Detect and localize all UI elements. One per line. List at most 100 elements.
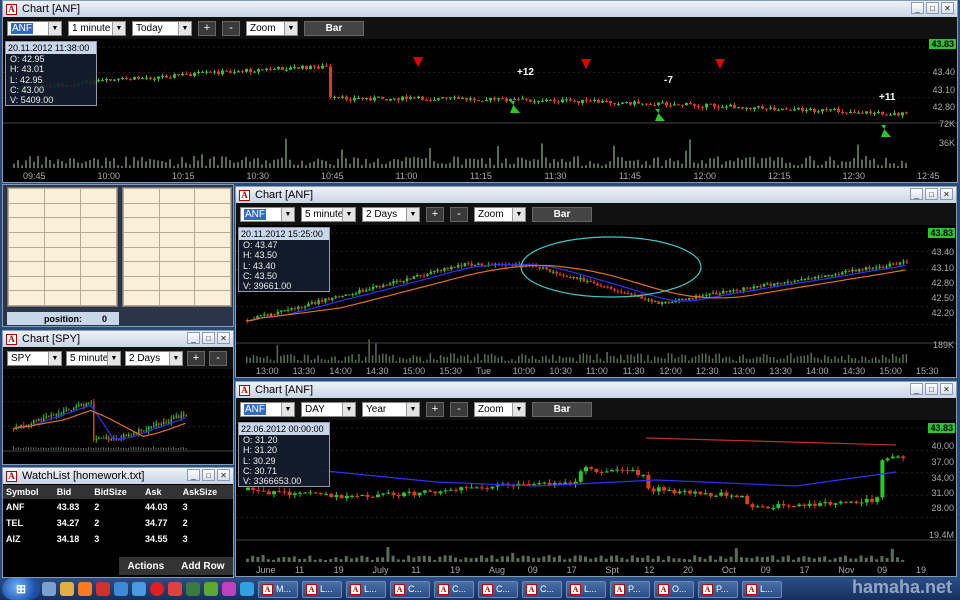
range-select[interactable]: Today ▼ — [132, 20, 192, 36]
taskbar-task[interactable]: A P... — [610, 580, 650, 598]
candle — [177, 74, 180, 76]
maximize-button[interactable]: □ — [925, 383, 938, 395]
title-bar[interactable]: A Chart [ANF] _ □ ✕ — [236, 187, 956, 203]
volume-bar — [209, 158, 211, 168]
symbol-select[interactable]: ANF ▼ — [240, 401, 295, 417]
maximize-button[interactable]: □ — [202, 469, 215, 481]
axis-tick-label: 11:30 — [622, 366, 645, 376]
zoom-in-button[interactable]: + — [426, 401, 444, 417]
close-button[interactable]: ✕ — [941, 2, 954, 14]
opera-icon[interactable] — [150, 582, 164, 596]
column-header[interactable]: Ask — [142, 485, 180, 499]
bar-button[interactable]: Bar — [532, 206, 592, 222]
minimize-button[interactable]: _ — [911, 2, 924, 14]
interval-select[interactable]: 5 minutes ▼ — [301, 206, 356, 222]
title-bar[interactable]: A Chart [ANF] _ □ ✕ — [3, 1, 957, 17]
symbol-select[interactable]: ANF ▼ — [240, 206, 295, 222]
range-select[interactable]: Year ▼ — [362, 401, 420, 417]
bar-button[interactable]: Bar — [304, 20, 364, 36]
bar-button[interactable]: Bar — [532, 401, 592, 417]
volume-bar — [677, 558, 681, 562]
candle — [113, 79, 116, 81]
symbol-select[interactable]: SPY ▼ — [7, 350, 62, 366]
firefox-icon[interactable] — [78, 582, 92, 596]
price-plot[interactable]: 22.06.2012 00:00:00 O: 31.20 H: 31.20 L:… — [236, 420, 956, 576]
volume-bar — [376, 557, 379, 562]
column-header[interactable]: AskSize — [179, 485, 233, 499]
symbol-select[interactable]: ANF ▼ — [7, 20, 62, 36]
zoom-out-button[interactable]: - — [450, 401, 468, 417]
zoom-out-button[interactable]: - — [222, 20, 240, 36]
table-row[interactable]: ANF 43.83 2 44.03 3 — [3, 499, 233, 515]
range-select[interactable]: 2 Days ▼ — [125, 350, 183, 366]
taskbar-task[interactable]: A C... — [390, 580, 430, 598]
show-desktop-icon[interactable] — [42, 582, 56, 596]
app-icon[interactable] — [204, 582, 218, 596]
zoom-out-button[interactable]: - — [209, 350, 227, 366]
zoom-select[interactable]: Zoom ▼ — [474, 206, 526, 222]
start-button[interactable]: ⊞ — [2, 578, 40, 600]
taskbar-task[interactable]: A C... — [478, 580, 518, 598]
close-button[interactable]: ✕ — [940, 383, 953, 395]
close-button[interactable]: ✕ — [940, 188, 953, 200]
add-row-button[interactable]: Add Row — [181, 561, 224, 572]
minimize-button[interactable]: _ — [187, 469, 200, 481]
zoom-out-button[interactable]: - — [450, 206, 468, 222]
folder-icon[interactable] — [60, 582, 74, 596]
close-button[interactable]: ✕ — [217, 332, 230, 344]
price-plot[interactable]: 20.11.2012 15:25:00 O: 43.47 H: 43.50 L:… — [236, 225, 956, 377]
bid-ladder[interactable] — [7, 187, 118, 307]
volume-bar — [396, 559, 400, 562]
ask-ladder[interactable] — [122, 187, 232, 307]
taskbar-task[interactable]: A L... — [302, 580, 342, 598]
interval-select[interactable]: 5 minutes ▼ — [66, 350, 121, 366]
candle — [276, 311, 280, 315]
app-icon[interactable] — [168, 582, 182, 596]
zoom-in-button[interactable]: + — [426, 206, 444, 222]
price-plot[interactable] — [3, 369, 233, 464]
candle — [765, 108, 768, 110]
title-bar[interactable]: A Chart [ANF] _ □ ✕ — [236, 382, 956, 398]
interval-select[interactable]: 1 minute ▼ — [68, 20, 126, 36]
column-header[interactable]: Symbol — [3, 485, 54, 499]
app-icon[interactable] — [222, 582, 236, 596]
actions-button[interactable]: Actions — [128, 561, 165, 572]
maximize-button[interactable]: □ — [926, 2, 939, 14]
volume-bar — [660, 357, 663, 363]
column-header[interactable]: BidSize — [91, 485, 143, 499]
column-header[interactable]: Bid — [53, 485, 92, 499]
volume-bar — [353, 157, 355, 168]
minimize-button[interactable]: _ — [910, 188, 923, 200]
minimize-button[interactable]: _ — [910, 383, 923, 395]
close-button[interactable]: ✕ — [217, 469, 230, 481]
zoom-in-button[interactable]: + — [198, 20, 216, 36]
app-icon[interactable] — [240, 582, 254, 596]
table-row[interactable]: TEL 34.27 2 34.77 2 — [3, 515, 233, 531]
zoom-select[interactable]: Zoom ▼ — [474, 401, 526, 417]
volume-bar — [865, 156, 867, 168]
app-icon[interactable] — [186, 582, 200, 596]
zoom-in-button[interactable]: + — [187, 350, 205, 366]
table-row[interactable]: AIZ 34.18 3 34.55 3 — [3, 531, 233, 547]
title-bar[interactable]: A WatchList [homework.txt] _ □ ✕ — [3, 468, 233, 484]
taskbar-task[interactable]: A P... — [698, 580, 738, 598]
taskbar-task[interactable]: A O... — [654, 580, 694, 598]
maximize-button[interactable]: □ — [202, 332, 215, 344]
taskbar-task[interactable]: A M... — [258, 580, 298, 598]
minimize-button[interactable]: _ — [187, 332, 200, 344]
taskbar-task[interactable]: A L... — [346, 580, 386, 598]
taskbar-task[interactable]: A C... — [522, 580, 562, 598]
ie-icon[interactable] — [114, 582, 128, 596]
price-plot[interactable]: 20.11.2012 11:38:00 O: 42.95 H: 43.01 L:… — [3, 39, 957, 182]
candle — [709, 103, 712, 105]
title-bar[interactable]: A Chart [SPY] _ □ ✕ — [3, 331, 233, 347]
skype-icon[interactable] — [132, 582, 146, 596]
zoom-select[interactable]: Zoom ▼ — [246, 20, 298, 36]
range-select[interactable]: 2 Days ▼ — [362, 206, 420, 222]
interval-select[interactable]: DAY ▼ — [301, 401, 356, 417]
app-icon[interactable] — [96, 582, 110, 596]
taskbar-task[interactable]: A C... — [434, 580, 474, 598]
maximize-button[interactable]: □ — [925, 188, 938, 200]
taskbar-task[interactable]: A L... — [742, 580, 782, 598]
taskbar-task[interactable]: A L... — [566, 580, 606, 598]
